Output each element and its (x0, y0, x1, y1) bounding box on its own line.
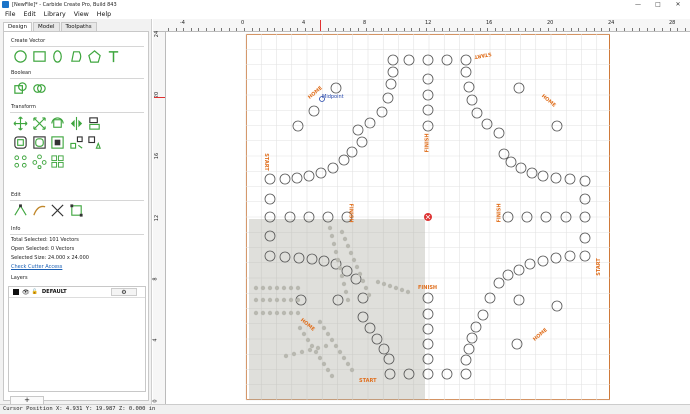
finish-label: FINISH (418, 285, 438, 291)
app-window: [NewFile]* - Carbide Create Pro, Build 8… (0, 0, 690, 414)
finish-label: FINISH (496, 203, 503, 223)
start-label: START (262, 153, 269, 171)
start-label: START (359, 378, 377, 384)
start-label: START (595, 258, 602, 276)
finish-label: FINISH (424, 133, 431, 153)
finish-label: FINISH (347, 203, 354, 223)
status-bar: Cursor Position X: 4.931 Y: 19.987 Z: 0.… (0, 404, 690, 414)
selection-highlight (249, 219, 425, 400)
cursor-position: Cursor Position X: 4.931 Y: 19.987 Z: 0.… (3, 406, 156, 412)
midpoint-label: Midpoint (322, 94, 344, 100)
